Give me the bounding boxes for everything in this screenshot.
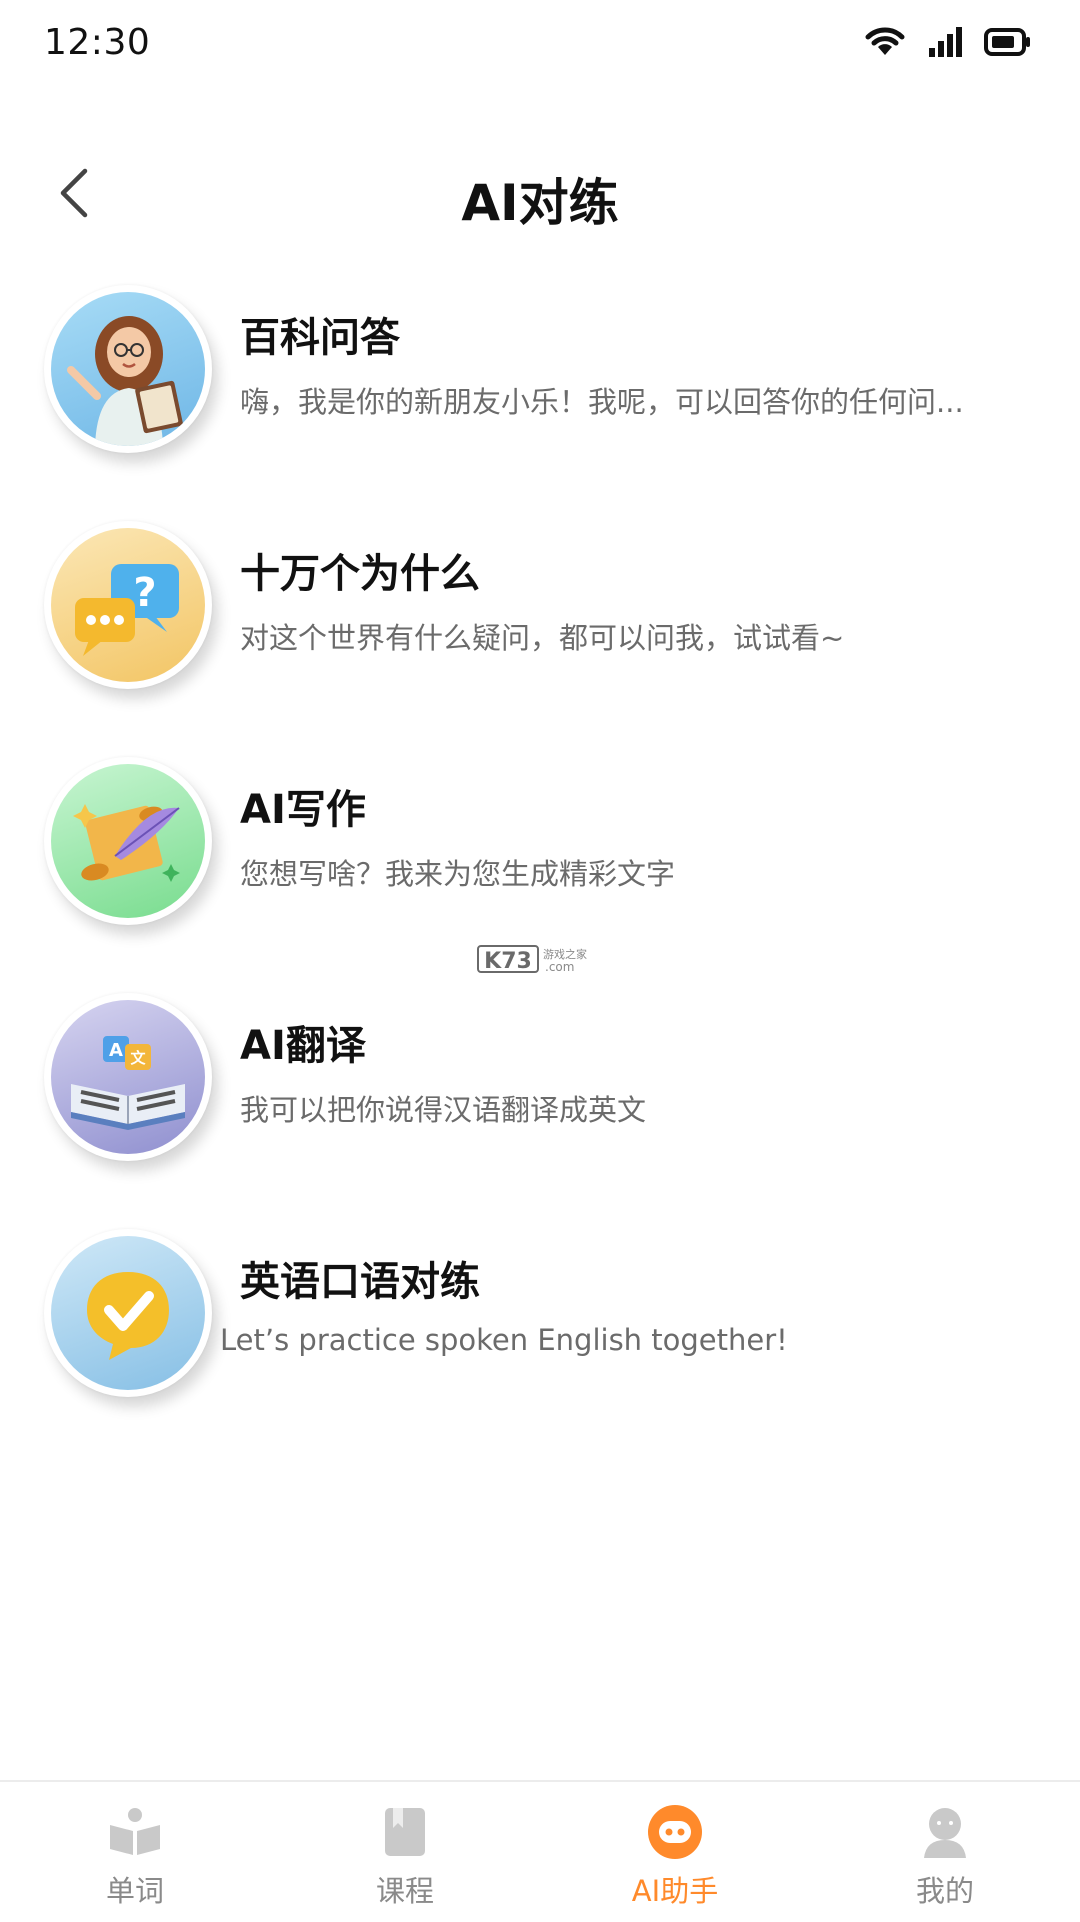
translate-book-icon: A 文 <box>51 1000 205 1154</box>
nav-item-words[interactable]: 单词 <box>0 1782 270 1922</box>
svg-text:A: A <box>109 1040 123 1061</box>
header: AI对练 <box>0 145 1080 245</box>
feature-avatar <box>44 285 212 453</box>
svg-text:K73: K73 <box>484 949 532 974</box>
svg-text:游戏之家: 游戏之家 <box>543 947 587 961</box>
status-bar: 12:30 <box>0 0 1080 95</box>
nav-label: 我的 <box>915 1874 974 1908</box>
feature-description: 对这个世界有什么疑问，都可以问我，试试看~ <box>240 621 845 655</box>
feature-description: 嗨，我是你的新朋友小乐！我呢，可以回答你的任何问... <box>240 385 964 419</box>
feature-title: AI翻译 <box>240 1023 366 1069</box>
status-time: 12:30 <box>44 22 151 63</box>
feature-title: 百科问答 <box>240 315 400 361</box>
nav-item-mine[interactable]: 我的 <box>810 1782 1080 1922</box>
nav-label: 课程 <box>375 1874 434 1908</box>
bottom-nav: 单词 课程 AI助手 我的 <box>0 1780 1080 1922</box>
notebook-icon <box>377 1804 433 1860</box>
feature-item-spoken-english-practice[interactable]: 英语口语对练 Let’s practice spoken English tog… <box>0 1229 1080 1429</box>
feature-item-encyclopedia-qa[interactable]: 百科问答 嗨，我是你的新朋友小乐！我呢，可以回答你的任何问... <box>0 285 1080 485</box>
book-open-icon <box>107 1804 163 1860</box>
wifi-icon <box>864 27 906 61</box>
watermark-logo: K73 游戏之家 .com <box>477 944 603 974</box>
feature-avatar: ? <box>44 521 212 689</box>
feature-item-ai-writing[interactable]: AI写作 您想写啥？我来为您生成精彩文字 <box>0 757 1080 957</box>
feature-description: 我可以把你说得汉语翻译成英文 <box>240 1093 647 1127</box>
feature-avatar: A 文 <box>44 993 212 1161</box>
feature-avatar <box>44 757 212 925</box>
question-bubbles-icon: ? <box>51 528 205 682</box>
nav-item-courses[interactable]: 课程 <box>270 1782 540 1922</box>
svg-text:.com: .com <box>545 960 574 974</box>
feature-description: 您想写啥？我来为您生成精彩文字 <box>240 857 676 891</box>
feature-avatar <box>44 1229 212 1397</box>
feature-title: AI写作 <box>240 787 366 833</box>
feature-description: Let’s practice spoken English together! <box>220 1323 788 1357</box>
scroll-quill-icon <box>51 764 205 918</box>
svg-text:?: ? <box>133 570 156 616</box>
feature-item-ai-translate[interactable]: A 文 AI翻译 我可以把你说得汉语翻译成英文 <box>0 993 1080 1193</box>
feature-title: 十万个为什么 <box>240 551 480 597</box>
ai-bot-icon <box>647 1804 703 1860</box>
nav-item-ai-assistant[interactable]: AI助手 <box>540 1782 810 1922</box>
feature-item-hundred-thousand-whys[interactable]: ? 十万个为什么 对这个世界有什么疑问，都可以问我，试试看~ <box>0 521 1080 721</box>
signal-icon <box>928 26 962 62</box>
check-bubble-icon <box>51 1236 205 1390</box>
page-title: AI对练 <box>461 174 619 232</box>
teacher-avatar-icon <box>51 292 205 446</box>
svg-text:文: 文 <box>130 1049 146 1067</box>
feature-title: 英语口语对练 <box>240 1259 480 1305</box>
user-icon <box>917 1804 973 1860</box>
nav-label: AI助手 <box>631 1874 719 1908</box>
battery-icon <box>984 27 1032 61</box>
nav-label: 单词 <box>105 1874 164 1908</box>
status-icons <box>864 26 1032 62</box>
